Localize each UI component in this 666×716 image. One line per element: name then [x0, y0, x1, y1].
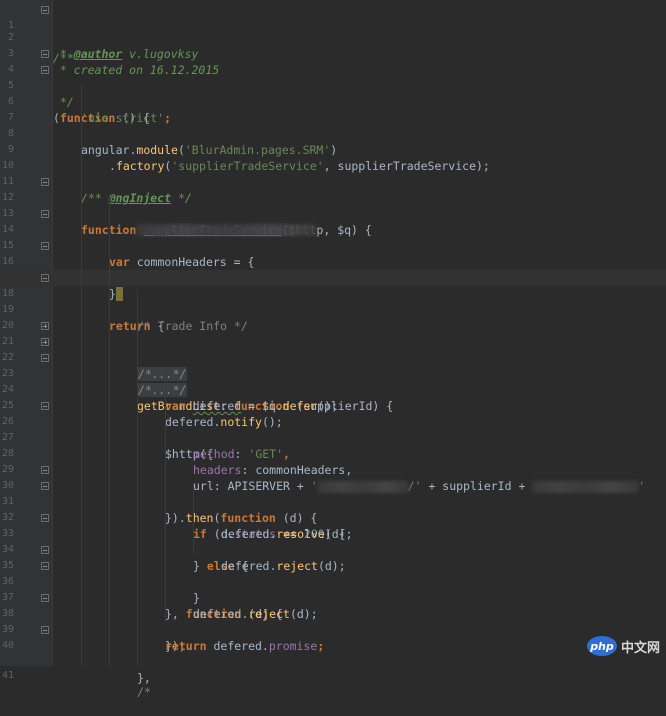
- code-line[interactable]: 10: [0, 142, 666, 171]
- code-line[interactable]: 16 }​: [0, 238, 666, 301]
- code-line[interactable]: 28 headers: commonHeaders,: [0, 430, 666, 477]
- code-line[interactable]: 7: [0, 94, 666, 123]
- code-line[interactable]: 30 }).then(function (d) {: [0, 462, 666, 525]
- fold-minus-icon[interactable]: [41, 482, 49, 490]
- code-line[interactable]: 23 getBrandList: function (supplierId) {: [0, 350, 666, 413]
- code-line[interactable]: 33 } else {: [0, 510, 666, 573]
- code-line[interactable]: 32 defered.resolve(d);: [0, 494, 666, 541]
- indent-guide: [81, 84, 82, 666]
- site-watermark: php 中文网: [586, 634, 660, 658]
- code-line[interactable]: 19 /* Trade Info */: [0, 286, 666, 333]
- code-line[interactable]: 4 */: [0, 46, 666, 109]
- code-line[interactable]: 17: [0, 254, 666, 283]
- code-line[interactable]: 11 /** @ngInject */: [0, 158, 666, 205]
- code-line[interactable]: 37 defered.reject(d);: [0, 574, 666, 621]
- code-line[interactable]: 21 /*...*/: [0, 318, 666, 381]
- indent-guide: [109, 194, 110, 666]
- fold-minus-icon[interactable]: [41, 514, 49, 522]
- code-line[interactable]: 35 }: [0, 542, 666, 605]
- fold-minus-icon[interactable]: [41, 402, 49, 410]
- code-line[interactable]: 20: [0, 302, 666, 331]
- fold-plus-icon[interactable]: [41, 338, 49, 346]
- code-line[interactable]: 2 * @author v.lugovksy: [0, 14, 666, 61]
- redacted-block: [136, 224, 316, 236]
- code-line[interactable]: 29 url: APISERVER + '/' + supplierId + ': [0, 446, 666, 493]
- fold-minus-icon[interactable]: [41, 354, 49, 362]
- code-line-current[interactable]: 18 return {: [0, 270, 666, 333]
- code-line[interactable]: 31 if (d.status == 200) {: [0, 478, 666, 541]
- code-line[interactable]: 39 return defered.promise;: [0, 606, 666, 653]
- fold-minus-icon[interactable]: [41, 178, 49, 186]
- indent-guide: [165, 372, 166, 622]
- line-number: 41: [1, 670, 14, 681]
- code-line[interactable]: 8 angular.module('BlurAdmin.pages.SRM'): [0, 110, 666, 157]
- fold-minus-icon[interactable]: [41, 274, 49, 282]
- indent-guide: [193, 484, 194, 554]
- fold-minus-icon[interactable]: [41, 210, 49, 218]
- fold-minus-icon[interactable]: [41, 466, 49, 474]
- code-line[interactable]: 3 * created on 16.12.2015: [0, 30, 666, 77]
- code-line[interactable]: 15: [0, 222, 666, 251]
- code-line[interactable]: 14 var commonHeaders = {: [0, 206, 666, 269]
- code-line[interactable]: 25 defered.notify();: [0, 382, 666, 429]
- fold-plus-icon[interactable]: [41, 322, 49, 330]
- code-line[interactable]: 24 var defered = $q.defer();: [0, 366, 666, 413]
- code-editor[interactable]: 1 /** 2 * @author v.lugovksy 3 * created…: [0, 0, 666, 699]
- fold-minus-icon[interactable]: [41, 546, 49, 554]
- fold-minus-icon[interactable]: [41, 6, 49, 14]
- fold-minus-icon[interactable]: [41, 562, 49, 570]
- fold-minus-icon[interactable]: [41, 594, 49, 602]
- code-line[interactable]: 34 defered.reject(d);: [0, 526, 666, 573]
- code-line[interactable]: 22 /*...*/: [0, 334, 666, 397]
- php-logo-icon: php: [586, 636, 617, 656]
- code-line[interactable]: 36 }, function (d) {: [0, 558, 666, 621]
- code-line[interactable]: 38 });: [0, 590, 666, 653]
- watermark-text: 中文网: [620, 640, 660, 656]
- indent-guide: [137, 290, 138, 666]
- fold-minus-icon[interactable]: [41, 626, 49, 634]
- code-line[interactable]: 9 .factory('supplierTradeService', suppl…: [0, 126, 666, 173]
- code-line[interactable]: 13: [0, 190, 666, 219]
- code-line[interactable]: 40 },: [0, 622, 666, 685]
- fold-minus-icon[interactable]: [41, 66, 49, 74]
- code-line[interactable]: 27 method: 'GET',: [0, 414, 666, 461]
- code-line[interactable]: 12 function supplierTradeService($http, …: [0, 174, 666, 237]
- code-line[interactable]: 6 'use strict';: [0, 78, 666, 125]
- fold-minus-icon[interactable]: [41, 50, 49, 58]
- code-line[interactable]: 5 (function () {: [0, 62, 666, 125]
- fold-minus-icon[interactable]: [41, 242, 49, 250]
- code-line[interactable]: 26 $http({: [0, 398, 666, 461]
